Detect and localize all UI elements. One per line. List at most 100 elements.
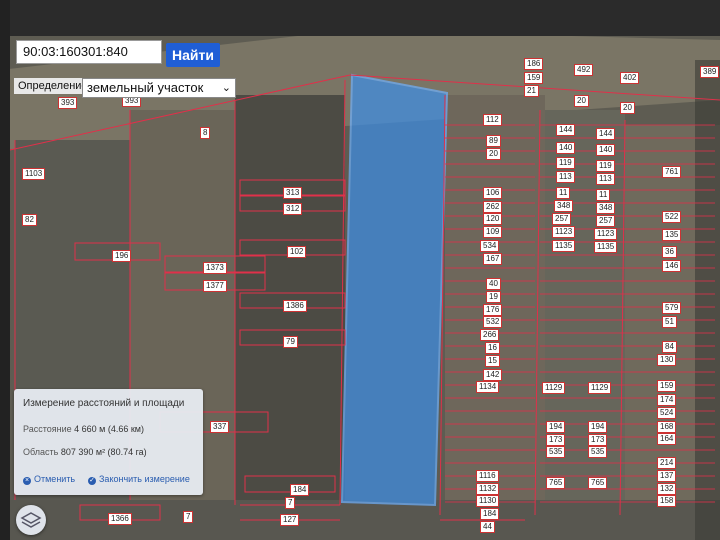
plot-label[interactable]: 765 (546, 477, 566, 489)
layers-button[interactable] (16, 505, 46, 535)
plot-label[interactable]: 84 (662, 341, 677, 353)
plot-label[interactable]: 1123 (594, 228, 618, 240)
plot-label[interactable]: 535 (588, 446, 608, 458)
plot-label[interactable]: 1129 (588, 382, 612, 394)
plot-label[interactable]: 19 (486, 291, 501, 303)
plot-label[interactable]: 535 (546, 446, 566, 458)
plot-label[interactable]: 257 (596, 215, 616, 227)
plot-label[interactable]: 82 (22, 214, 37, 226)
plot-label[interactable]: 144 (556, 124, 576, 136)
plot-label[interactable]: 144 (596, 128, 616, 140)
plot-label[interactable]: 40 (486, 278, 501, 290)
plot-label[interactable]: 348 (596, 202, 616, 214)
plot-label[interactable]: 146 (662, 260, 682, 272)
plot-label[interactable]: 20 (486, 148, 501, 160)
plot-label[interactable]: 21 (524, 85, 539, 97)
plot-label[interactable]: 312 (283, 203, 303, 215)
plot-label[interactable]: 112 (483, 114, 502, 126)
plot-label[interactable]: 120 (483, 213, 503, 225)
plot-label[interactable]: 159 (657, 380, 677, 392)
plot-label[interactable]: 11 (556, 187, 571, 199)
cadastral-search-input[interactable]: 90:03:160301:840 (16, 40, 162, 64)
plot-label[interactable]: 127 (280, 514, 300, 526)
plot-label[interactable]: 173 (546, 434, 566, 446)
plot-label[interactable]: 7 (285, 497, 296, 509)
plot-label[interactable]: 140 (556, 142, 576, 154)
plot-label[interactable]: 168 (657, 421, 677, 433)
plot-label[interactable]: 1377 (203, 280, 227, 292)
plot-label[interactable]: 167 (483, 253, 503, 265)
plot-label[interactable]: 393 (58, 97, 78, 109)
plot-label[interactable]: 119 (556, 157, 575, 169)
plot-label[interactable]: 1366 (108, 513, 132, 525)
plot-label[interactable]: 119 (596, 160, 615, 172)
plot-label[interactable]: 132 (657, 483, 677, 495)
plot-label[interactable]: 1134 (476, 381, 500, 393)
plot-label[interactable]: 44 (480, 521, 495, 533)
plot-label[interactable]: 113 (596, 173, 615, 185)
plot-label[interactable]: 11 (596, 189, 611, 201)
plot-label[interactable]: 194 (588, 421, 608, 433)
finish-measure-button[interactable]: ✓ Закончить измерение (88, 474, 190, 485)
plot-label[interactable]: 137 (657, 470, 677, 482)
plot-label[interactable]: 579 (662, 302, 682, 314)
plot-label[interactable]: 135 (662, 229, 682, 241)
plot-label[interactable]: 214 (657, 457, 677, 469)
plot-label[interactable]: 106 (483, 187, 503, 199)
plot-label[interactable]: 102 (287, 246, 307, 258)
plot-label[interactable]: 1129 (542, 382, 566, 394)
plot-label[interactable]: 186 (524, 58, 544, 70)
plot-label[interactable]: 20 (574, 95, 589, 107)
plot-label[interactable]: 389 (700, 66, 720, 78)
plot-label[interactable]: 8 (200, 127, 211, 139)
plot-label[interactable]: 534 (480, 240, 500, 252)
plot-label[interactable]: 176 (483, 304, 503, 316)
plot-label[interactable]: 184 (290, 484, 310, 496)
plot-label[interactable]: 140 (596, 144, 616, 156)
plot-label[interactable]: 51 (662, 316, 677, 328)
definition-select[interactable]: земельный участок ⌄ (82, 78, 236, 98)
plot-label[interactable]: 1132 (476, 483, 500, 495)
plot-label[interactable]: 1135 (594, 241, 618, 253)
plot-label[interactable]: 1135 (552, 240, 576, 252)
plot-label[interactable]: 184 (480, 508, 500, 520)
plot-label[interactable]: 36 (662, 246, 677, 258)
plot-label[interactable]: 266 (480, 329, 500, 341)
plot-label[interactable]: 7 (183, 511, 194, 523)
plot-label[interactable]: 20 (620, 102, 635, 114)
plot-label[interactable]: 109 (483, 226, 503, 238)
plot-label[interactable]: 89 (486, 135, 501, 147)
find-button[interactable]: Найти (166, 43, 220, 67)
plot-label[interactable]: 1130 (476, 495, 500, 507)
plot-label[interactable]: 194 (546, 421, 566, 433)
plot-label[interactable]: 158 (657, 495, 677, 507)
plot-label[interactable]: 159 (524, 72, 544, 84)
plot-label[interactable]: 113 (556, 171, 575, 183)
plot-label[interactable]: 313 (283, 187, 303, 199)
plot-label[interactable]: 1116 (476, 470, 499, 482)
plot-label[interactable]: 196 (112, 250, 132, 262)
plot-label[interactable]: 402 (620, 72, 640, 84)
plot-label[interactable]: 79 (283, 336, 298, 348)
plot-label[interactable]: 164 (657, 433, 677, 445)
plot-label[interactable]: 16 (485, 342, 500, 354)
plot-label[interactable]: 257 (552, 213, 572, 225)
plot-label[interactable]: 492 (574, 64, 594, 76)
plot-label[interactable]: 1103 (22, 168, 46, 180)
plot-label[interactable]: 262 (483, 201, 503, 213)
plot-label[interactable]: 1373 (203, 262, 227, 274)
plot-label[interactable]: 173 (588, 434, 608, 446)
plot-label[interactable]: 337 (210, 421, 230, 433)
plot-label[interactable]: 348 (554, 200, 574, 212)
plot-label[interactable]: 765 (588, 477, 608, 489)
plot-label[interactable]: 532 (483, 316, 503, 328)
plot-label[interactable]: 15 (485, 355, 500, 367)
plot-label[interactable]: 174 (657, 394, 677, 406)
plot-label[interactable]: 524 (657, 407, 677, 419)
plot-label[interactable]: 142 (483, 369, 503, 381)
plot-label[interactable]: 130 (657, 354, 677, 366)
plot-label[interactable]: 1386 (283, 300, 307, 312)
plot-label[interactable]: 761 (662, 166, 682, 178)
cancel-button[interactable]: × Отменить (23, 474, 75, 485)
plot-label[interactable]: 1123 (552, 226, 576, 238)
